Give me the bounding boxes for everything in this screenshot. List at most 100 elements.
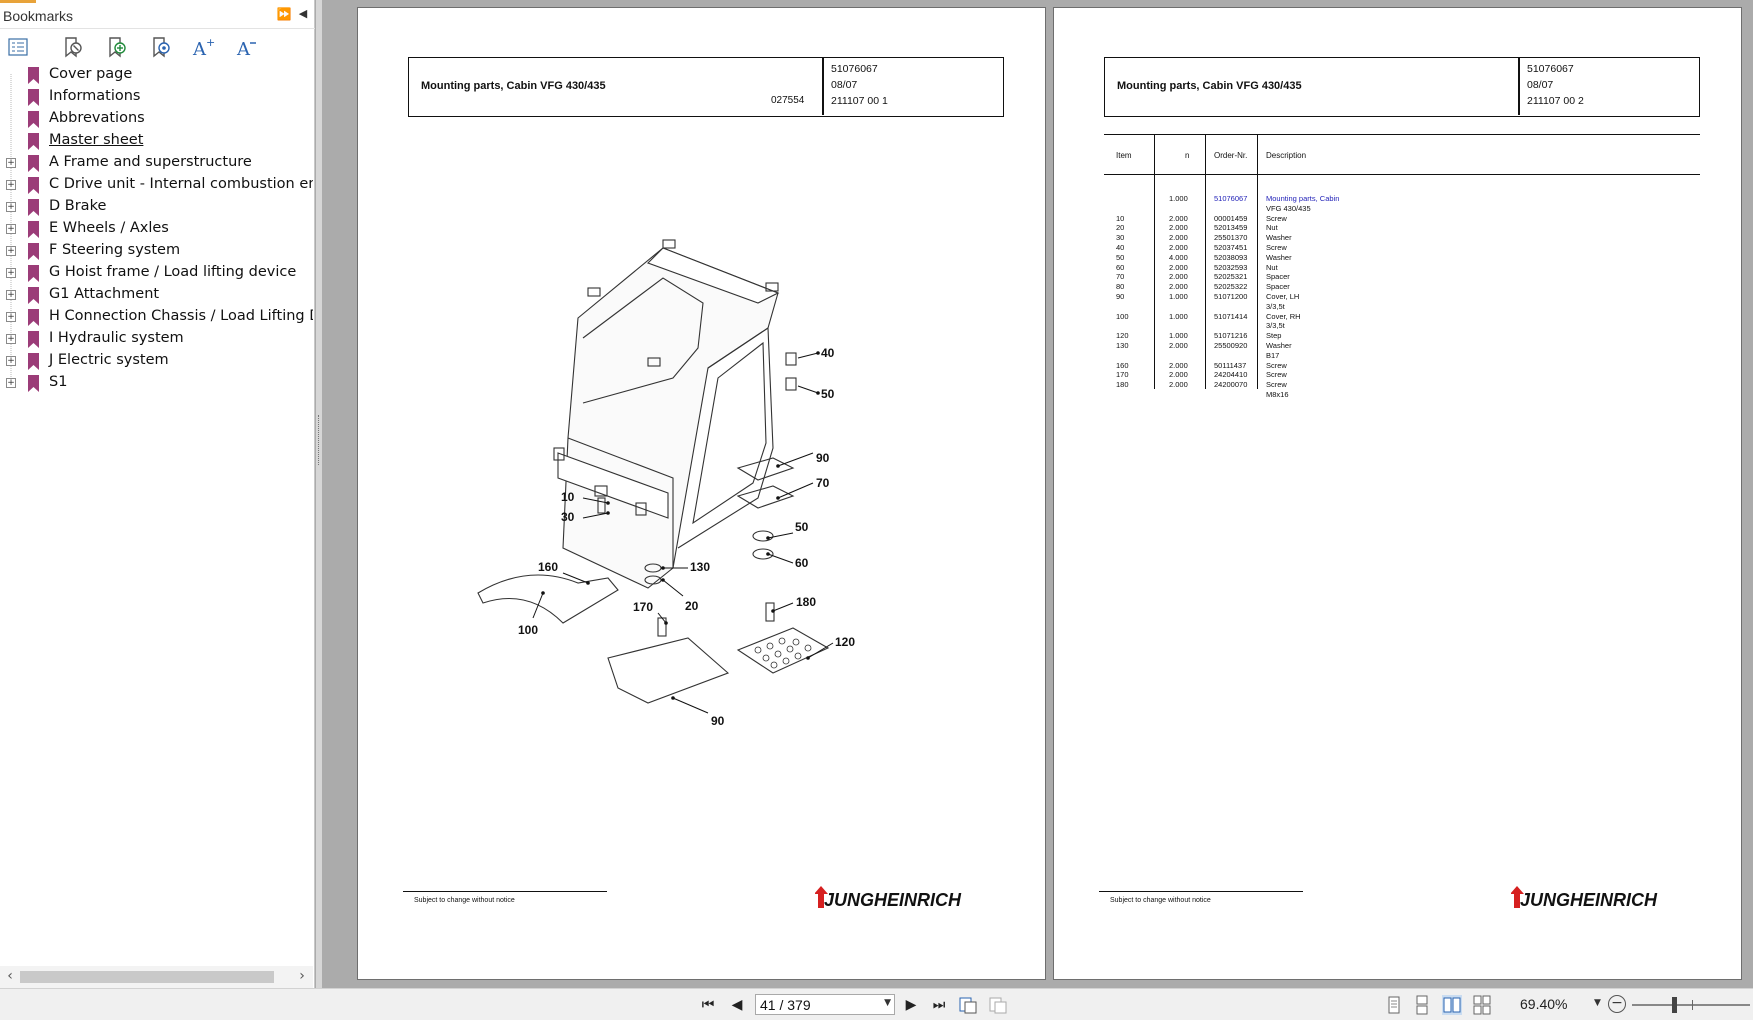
parts-cell-n: 1.000	[1169, 331, 1188, 341]
column-divider	[1257, 134, 1258, 389]
zoom-out-icon[interactable]: −	[1608, 995, 1626, 1013]
next-view-icon[interactable]	[988, 995, 1008, 1015]
bookmark-item[interactable]: + G1 Attachment	[0, 284, 313, 306]
parts-cell-order: 51071200	[1214, 292, 1248, 301]
expand-node-icon[interactable]: +	[6, 378, 16, 388]
parts-cell-n: 2.000	[1169, 370, 1188, 380]
scroll-thumb[interactable]	[20, 971, 274, 983]
zoom-slider[interactable]	[1632, 1004, 1750, 1006]
parts-cell-n: 4.000	[1169, 252, 1188, 262]
continuous-icon[interactable]	[1412, 995, 1432, 1015]
expand-node-icon[interactable]: +	[6, 224, 16, 234]
add-bookmark-icon[interactable]	[105, 35, 129, 59]
single-page-icon[interactable]	[1384, 995, 1404, 1015]
splitter-grip[interactable]	[318, 415, 320, 465]
bookmark-item[interactable]: Cover page	[0, 64, 313, 86]
expand-node-icon[interactable]: +	[6, 158, 16, 168]
jungheinrich-logo: JUNGHEINRICH	[1511, 886, 1658, 910]
col-header-item: Item	[1116, 151, 1132, 160]
scroll-right-icon[interactable]: ›	[294, 968, 310, 986]
doc-number: 51076067	[1527, 63, 1574, 75]
collapse-panel-icon[interactable]: ◀	[296, 7, 310, 23]
bookmark-icon	[28, 133, 39, 150]
parts-cell-n: 2.000	[1169, 282, 1188, 292]
parts-cell-n: 2.000	[1169, 213, 1188, 223]
expand-node-icon[interactable]: +	[6, 334, 16, 344]
callout-100: 100	[518, 623, 538, 637]
parts-cell-order: 52013459	[1214, 223, 1248, 233]
bookmark-item[interactable]: + F Steering system	[0, 240, 313, 262]
bookmark-label: E Wheels / Axles	[49, 220, 169, 236]
bookmark-item[interactable]: + I Hydraulic system	[0, 328, 313, 350]
bookmark-item[interactable]: + H Connection Chassis / Load Lifting Dev…	[0, 306, 313, 328]
previous-page-icon[interactable]: ◀	[726, 995, 748, 1015]
next-page-icon[interactable]: ▶	[900, 995, 922, 1015]
zoom-dropdown-icon[interactable]: ▼	[1594, 998, 1601, 1008]
horizontal-scrollbar[interactable]: ‹ ›	[0, 966, 313, 988]
last-page-icon[interactable]: ⏭	[928, 995, 950, 1015]
expand-all-icon[interactable]	[6, 35, 30, 59]
page-title: Mounting parts, Cabin VFG 430/435	[1117, 80, 1302, 92]
zoom-level[interactable]: 69.40%	[1520, 996, 1567, 1012]
table-header-rule	[1104, 174, 1700, 175]
bookmark-label: J Electric system	[49, 352, 169, 368]
parts-cell-desc[interactable]: Mounting parts, Cabin	[1266, 194, 1339, 204]
bookmark-icon	[28, 309, 39, 326]
bookmark-item[interactable]: + E Wheels / Axles	[0, 218, 313, 240]
bookmark-item[interactable]: + D Brake	[0, 196, 313, 218]
expand-node-icon[interactable]: +	[6, 290, 16, 300]
page-number-input[interactable]: 41 / 379 ▼	[755, 994, 895, 1015]
callout-60: 60	[795, 556, 809, 570]
parts-cell-desc: Screw	[1266, 360, 1287, 370]
parts-cell-desc-line2: VFG 430/435	[1266, 203, 1311, 213]
callout-170: 170	[633, 600, 653, 614]
parts-cell-n: 2.000	[1169, 380, 1188, 390]
header-divider	[822, 58, 824, 115]
decrease-font-icon[interactable]: A	[235, 35, 259, 59]
page-dropdown-icon[interactable]: ▼	[884, 998, 891, 1008]
previous-view-icon[interactable]	[958, 995, 978, 1015]
first-page-icon[interactable]: ⏮	[697, 995, 719, 1015]
expand-node-icon[interactable]: +	[6, 268, 16, 278]
zoom-slider-thumb[interactable]	[1672, 997, 1677, 1013]
bookmark-item[interactable]: Abbrevations	[0, 108, 313, 130]
bookmark-item[interactable]: + S1	[0, 372, 313, 394]
parts-cell-order: 52025322	[1214, 282, 1248, 292]
col-header-n: n	[1185, 151, 1190, 160]
bookmark-item[interactable]: + C Drive unit - Internal combustion engi…	[0, 174, 313, 196]
callout-90: 90	[711, 714, 725, 728]
bookmark-item[interactable]: Informations	[0, 86, 313, 108]
expand-panel-icon[interactable]: ⏩	[276, 7, 292, 23]
expand-node-icon[interactable]: +	[6, 202, 16, 212]
callout-20: 20	[685, 599, 699, 613]
bookmark-label: A Frame and superstructure	[49, 154, 252, 170]
delete-bookmark-icon[interactable]	[61, 35, 85, 59]
scroll-left-icon[interactable]: ‹	[2, 968, 18, 986]
page-number-value: 41 / 379	[760, 997, 811, 1013]
bookmark-item[interactable]: + J Electric system	[0, 350, 313, 372]
increase-font-icon[interactable]: A +	[191, 35, 215, 59]
parts-cell-desc: Step	[1266, 331, 1282, 341]
expand-node-icon[interactable]: +	[6, 356, 16, 366]
find-bookmark-icon[interactable]	[149, 35, 173, 59]
bookmarks-header: Bookmarks ⏩ ◀	[0, 3, 315, 29]
panel-splitter[interactable]	[316, 0, 322, 988]
bookmark-item[interactable]: Master sheet	[0, 130, 313, 152]
parts-cell-order: 50111437	[1214, 360, 1247, 370]
bookmark-icon	[28, 375, 39, 392]
parts-cell-order: 25500920	[1214, 341, 1248, 350]
continuous-facing-icon[interactable]	[1472, 995, 1492, 1015]
zoom-slider-tick	[1692, 1000, 1693, 1010]
bookmark-item[interactable]: + A Frame and superstructure	[0, 152, 313, 174]
facing-icon[interactable]	[1442, 995, 1462, 1015]
bookmark-item[interactable]: + G Hoist frame / Load lifting device	[0, 262, 313, 284]
bookmark-label: I Hydraulic system	[49, 330, 184, 346]
expand-node-icon[interactable]: +	[6, 246, 16, 256]
callout-10: 10	[561, 490, 575, 504]
bookmark-icon	[28, 331, 39, 348]
parts-cell-order[interactable]: 51076067	[1214, 194, 1247, 204]
expand-node-icon[interactable]: +	[6, 180, 16, 190]
column-divider	[1205, 134, 1206, 389]
bookmark-icon	[28, 287, 39, 304]
expand-node-icon[interactable]: +	[6, 312, 16, 322]
